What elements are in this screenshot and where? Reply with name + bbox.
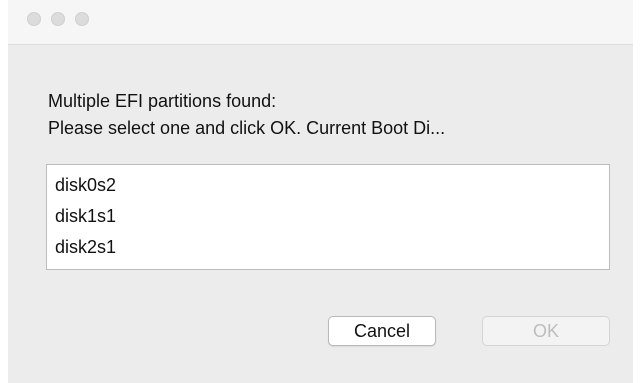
partition-list[interactable]: disk0s2 disk1s1 disk2s1	[46, 164, 610, 270]
list-item[interactable]: disk1s1	[47, 201, 609, 232]
message-line-2: Please select one and click OK. Current …	[48, 118, 446, 138]
minimize-window-button[interactable]	[51, 12, 65, 26]
ok-button[interactable]: OK	[482, 316, 610, 346]
cancel-button[interactable]: Cancel	[328, 316, 436, 346]
efi-partition-dialog: Multiple EFI partitions found: Please se…	[8, 0, 633, 383]
title-bar	[8, 0, 633, 45]
zoom-window-button[interactable]	[75, 12, 89, 26]
message-line-1: Multiple EFI partitions found:	[48, 91, 277, 111]
list-item[interactable]: disk0s2	[47, 170, 609, 201]
dialog-message: Multiple EFI partitions found: Please se…	[48, 88, 628, 142]
list-item[interactable]: disk2s1	[47, 232, 609, 263]
close-window-button[interactable]	[27, 12, 41, 26]
